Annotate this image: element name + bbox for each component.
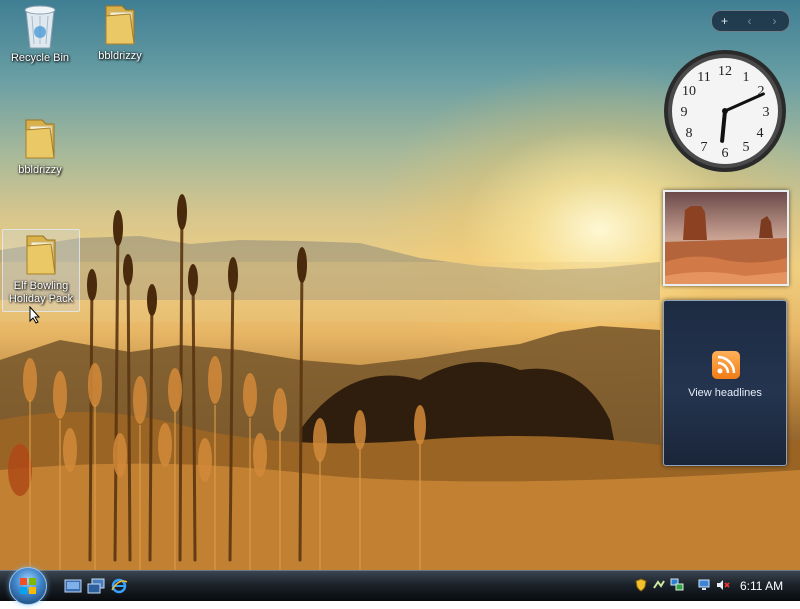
desktop-icon-label: bbldrizzy: [18, 164, 62, 176]
security-shield-icon[interactable]: [634, 578, 648, 592]
svg-text:12: 12: [718, 64, 732, 79]
next-page-button[interactable]: ›: [762, 14, 787, 28]
folder-icon: [25, 119, 55, 159]
desktop-icon-recycle-bin[interactable]: Recycle Bin: [0, 2, 80, 65]
svg-text:1: 1: [743, 70, 750, 85]
monitor-icon[interactable]: [698, 578, 712, 592]
rss-feed-icon: [712, 351, 740, 379]
network-icon[interactable]: [670, 578, 684, 592]
svg-text:5: 5: [743, 140, 750, 155]
previous-page-button[interactable]: ‹: [737, 14, 762, 28]
show-desktop-icon[interactable]: [64, 578, 82, 594]
desktop-icon-bbldrizzy-1[interactable]: bbldrizzy: [80, 2, 160, 63]
recycle-bin-icon: [24, 5, 56, 49]
svg-text:3: 3: [763, 105, 770, 120]
slideshow-image: [665, 192, 787, 284]
desktop[interactable]: Recycle Bin bbldrizzy bbldrizzy Elf Bowl…: [0, 0, 800, 570]
svg-text:8: 8: [686, 126, 693, 141]
windows-defender-icon[interactable]: [652, 578, 666, 592]
desktop-icon-label-line1: Elf Bowling: [13, 280, 69, 292]
folder-icon: [105, 5, 135, 45]
internet-explorer-icon[interactable]: [110, 578, 128, 594]
svg-text:11: 11: [697, 70, 710, 85]
desktop-icon-label: Recycle Bin: [10, 52, 70, 64]
start-button[interactable]: [9, 567, 47, 605]
clock-gadget[interactable]: 12 12 345 678 91011: [662, 48, 788, 174]
volume-muted-icon[interactable]: [716, 578, 730, 592]
add-gadget-button[interactable]: +: [712, 14, 737, 28]
svg-text:9: 9: [681, 105, 688, 120]
feed-headlines-gadget[interactable]: View headlines: [663, 300, 787, 466]
switch-windows-icon[interactable]: [87, 578, 105, 594]
sidebar-controls: + ‹ ›: [711, 10, 790, 32]
desktop-icon-label: bbldrizzy: [98, 50, 142, 62]
svg-text:4: 4: [757, 126, 764, 141]
taskbar: 6:11 AM: [0, 567, 800, 605]
taskbar-clock[interactable]: 6:11 AM: [740, 579, 783, 593]
desktop-icon-label-line2: Holiday Pack: [8, 293, 74, 305]
mouse-cursor-icon: [29, 306, 41, 324]
folder-icon: [26, 235, 56, 275]
desktop-icon-elf-bowling[interactable]: Elf Bowling Holiday Pack: [2, 229, 80, 312]
svg-text:6: 6: [722, 146, 729, 161]
slideshow-gadget[interactable]: [663, 190, 789, 286]
svg-text:10: 10: [682, 84, 696, 99]
desktop-icon-bbldrizzy-2[interactable]: bbldrizzy: [0, 116, 80, 177]
svg-text:7: 7: [701, 140, 708, 155]
windows-logo-icon: [20, 578, 36, 594]
view-headlines-link[interactable]: View headlines: [664, 387, 786, 399]
